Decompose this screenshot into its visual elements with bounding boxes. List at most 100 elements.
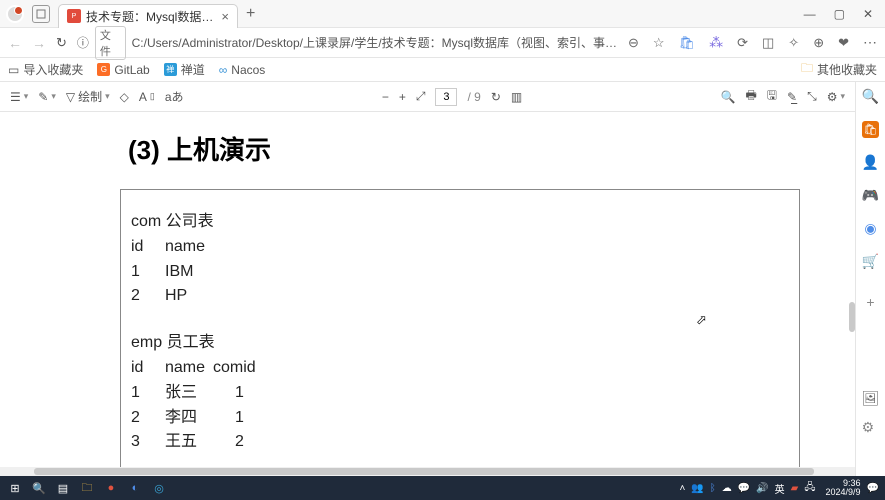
workspaces-icon[interactable] (32, 5, 50, 23)
pdf-toolbar: ☰▾ ✎▾ ▽ 绘制▾ ◇ A▯ aあ − + ⤢ / 9 ↻ ▥ 🔍 🖶 🖫 … (0, 82, 855, 112)
sidebar-outlook-icon[interactable]: ◉ (864, 220, 876, 237)
com-r2-name: HP (165, 284, 187, 309)
menu-button[interactable]: ⋯ (863, 34, 877, 51)
start-button[interactable]: ⊞ (6, 479, 24, 497)
taskbar-app-2[interactable]: ◐ (126, 479, 144, 497)
gitlab-icon: G (97, 63, 110, 76)
tray-ime[interactable]: 英 (775, 481, 785, 496)
copilot-icon[interactable]: ⁂ (709, 34, 723, 51)
reload-button[interactable]: ↻ (56, 35, 67, 51)
print-button[interactable]: 🖶 (745, 86, 756, 107)
taskbar-explorer[interactable]: 🗀 (78, 479, 96, 497)
tray-onedrive-icon[interactable]: ☁ (722, 483, 732, 494)
find-button[interactable]: 🔍 (721, 90, 736, 104)
tray-network-icon[interactable]: 🖧 (804, 480, 815, 497)
back-button[interactable]: ← (8, 35, 22, 51)
info-icon[interactable]: ⓘ (77, 34, 89, 51)
tray-up-icon[interactable]: ˄ (679, 483, 685, 494)
content-area: ☰▾ ✎▾ ▽ 绘制▾ ◇ A▯ aあ − + ⤢ / 9 ↻ ▥ 🔍 🖶 🖫 … (0, 82, 885, 476)
sidebar-add-icon[interactable]: + (866, 294, 874, 310)
zoom-in-button[interactable]: + (399, 90, 406, 104)
taskbar-search[interactable]: 🔍 (30, 479, 48, 497)
code-box: com 公司表 idname 1IBM 2HP emp 员工表 idnameco… (120, 189, 800, 467)
edge-sidebar: 🔍 🛍 👤 🎮 ◉ 🛒 + 🖼 ⚙ (855, 82, 885, 476)
maximize-button[interactable]: ▢ (834, 7, 845, 21)
system-tray[interactable]: ˄ 👥 ᛒ ☁ 💬 🔊 英 ▰ 🖧 9:36 2024/9/9 💬 (679, 479, 879, 497)
pdf-settings-button[interactable]: ⚙▾ (827, 90, 845, 104)
taskbar-edge[interactable]: ◎ (150, 479, 168, 497)
url-box[interactable]: ⓘ 文件 C:/Users/Administrator/Desktop/上课录屏… (77, 26, 618, 60)
highlighter-button[interactable]: ✎▾ (38, 90, 56, 104)
tray-volume-icon[interactable]: 🔊 (756, 483, 768, 494)
horizontal-scrollbar[interactable] (0, 467, 855, 476)
profile-avatar[interactable] (6, 5, 24, 23)
emp-r2-comid: 1 (235, 406, 244, 431)
emp-r3-name: 王五 (165, 430, 235, 455)
performance-icon[interactable]: ❤ (838, 35, 849, 51)
sidebar-shopping-icon[interactable]: 🛍 (862, 121, 879, 138)
com-r1-name: IBM (165, 260, 193, 285)
page-input[interactable] (435, 88, 457, 106)
bookmark-nacos[interactable]: ∞ Nacos (219, 63, 266, 77)
rotate-button[interactable]: ↻ (491, 90, 501, 104)
extensions-icon[interactable]: ✧ (788, 35, 799, 51)
fit-page-button[interactable]: ⤢ (416, 89, 426, 104)
tray-bt-icon[interactable]: ᛒ (710, 483, 716, 494)
sidebar-games-icon[interactable]: 🎮 (862, 187, 879, 204)
refresh-ext-icon[interactable]: ⟳ (737, 35, 748, 51)
draw-button[interactable]: ▽ 绘制▾ (66, 88, 110, 105)
emp-r1-comid: 1 (235, 381, 244, 406)
forward-button[interactable]: → (32, 35, 46, 51)
shopping-icon[interactable]: 🛍 (679, 35, 696, 51)
collections-icon[interactable]: ⊕ (813, 35, 824, 51)
taskbar-clock[interactable]: 9:36 2024/9/9 (826, 479, 861, 497)
nacos-icon: ∞ (219, 63, 228, 77)
close-button[interactable]: ✕ (863, 7, 873, 21)
task-view[interactable]: ▤ (54, 479, 72, 497)
toc-button[interactable]: ☰▾ (10, 90, 28, 104)
import-bookmarks[interactable]: ▭ 导入收藏夹 (8, 61, 83, 78)
split-screen-icon[interactable]: ◫ (762, 35, 774, 51)
emp-r2-id: 2 (131, 406, 165, 431)
zoom-icon[interactable]: ⊖ (628, 35, 639, 51)
emp-hdr-name: name (165, 356, 213, 381)
save-button[interactable]: 🖫 (767, 86, 777, 107)
sidebar-cart-icon[interactable]: 🛒 (862, 253, 879, 270)
erase-button[interactable]: ◇ (120, 90, 129, 104)
minimize-button[interactable]: — (804, 7, 816, 21)
fullscreen-button[interactable]: ⤡ (807, 89, 817, 104)
favorite-icon[interactable]: ☆ (653, 35, 665, 51)
emp-title: emp 员工表 (131, 331, 215, 356)
bookmark-zentao[interactable]: 禅 禅道 (164, 61, 205, 78)
sidebar-search-icon[interactable]: 🔍 (862, 88, 879, 105)
sidebar-image-icon[interactable]: 🖼 (862, 390, 880, 407)
bookmark-gitlab[interactable]: G GitLab (97, 63, 149, 77)
com-r1-id: 1 (131, 260, 165, 285)
tab-close-button[interactable]: × (221, 9, 229, 24)
browser-tab[interactable]: P 技术专题：Mysql数据库（视图 × (58, 4, 238, 28)
notifications-icon[interactable]: 💬 (867, 483, 879, 494)
save-as-button[interactable]: ✎̲ (787, 90, 797, 104)
text-button[interactable]: A▯ (139, 90, 155, 104)
zentao-icon: 禅 (164, 63, 177, 76)
import-icon: ▭ (8, 63, 19, 77)
new-tab-button[interactable]: + (246, 5, 255, 23)
vertical-scrollbar[interactable] (849, 302, 855, 332)
gitlab-label: GitLab (114, 63, 149, 77)
read-aloud-button[interactable]: aあ (165, 88, 184, 105)
tray-people-icon[interactable]: 👥 (691, 483, 703, 494)
page-view-button[interactable]: ▥ (511, 90, 522, 104)
tray-app-x[interactable]: ▰ (791, 483, 799, 494)
emp-r3-comid: 2 (235, 430, 244, 455)
sidebar-settings-icon[interactable]: ⚙ (862, 419, 880, 436)
clock-date: 2024/9/9 (826, 488, 861, 497)
taskbar-app-1[interactable]: ● (102, 479, 120, 497)
pdf-page[interactable]: (3) 上机演示 com 公司表 idname 1IBM 2HP emp 员工表… (0, 112, 855, 467)
address-actions: ⊖ ☆ 🛍 ⁂ ⟳ ◫ ✧ ⊕ ❤ ⋯ (628, 34, 877, 51)
tray-wechat-icon[interactable]: 💬 (738, 483, 750, 494)
hscroll-thumb[interactable] (34, 468, 814, 475)
sidebar-tools-icon[interactable]: 👤 (862, 154, 879, 171)
windows-taskbar: ⊞ 🔍 ▤ 🗀 ● ◐ ◎ ˄ 👥 ᛒ ☁ 💬 🔊 英 ▰ 🖧 9:36 202… (0, 476, 885, 500)
other-bookmarks[interactable]: 🗀 其他收藏夹 (801, 59, 877, 80)
zoom-out-button[interactable]: − (382, 90, 389, 104)
